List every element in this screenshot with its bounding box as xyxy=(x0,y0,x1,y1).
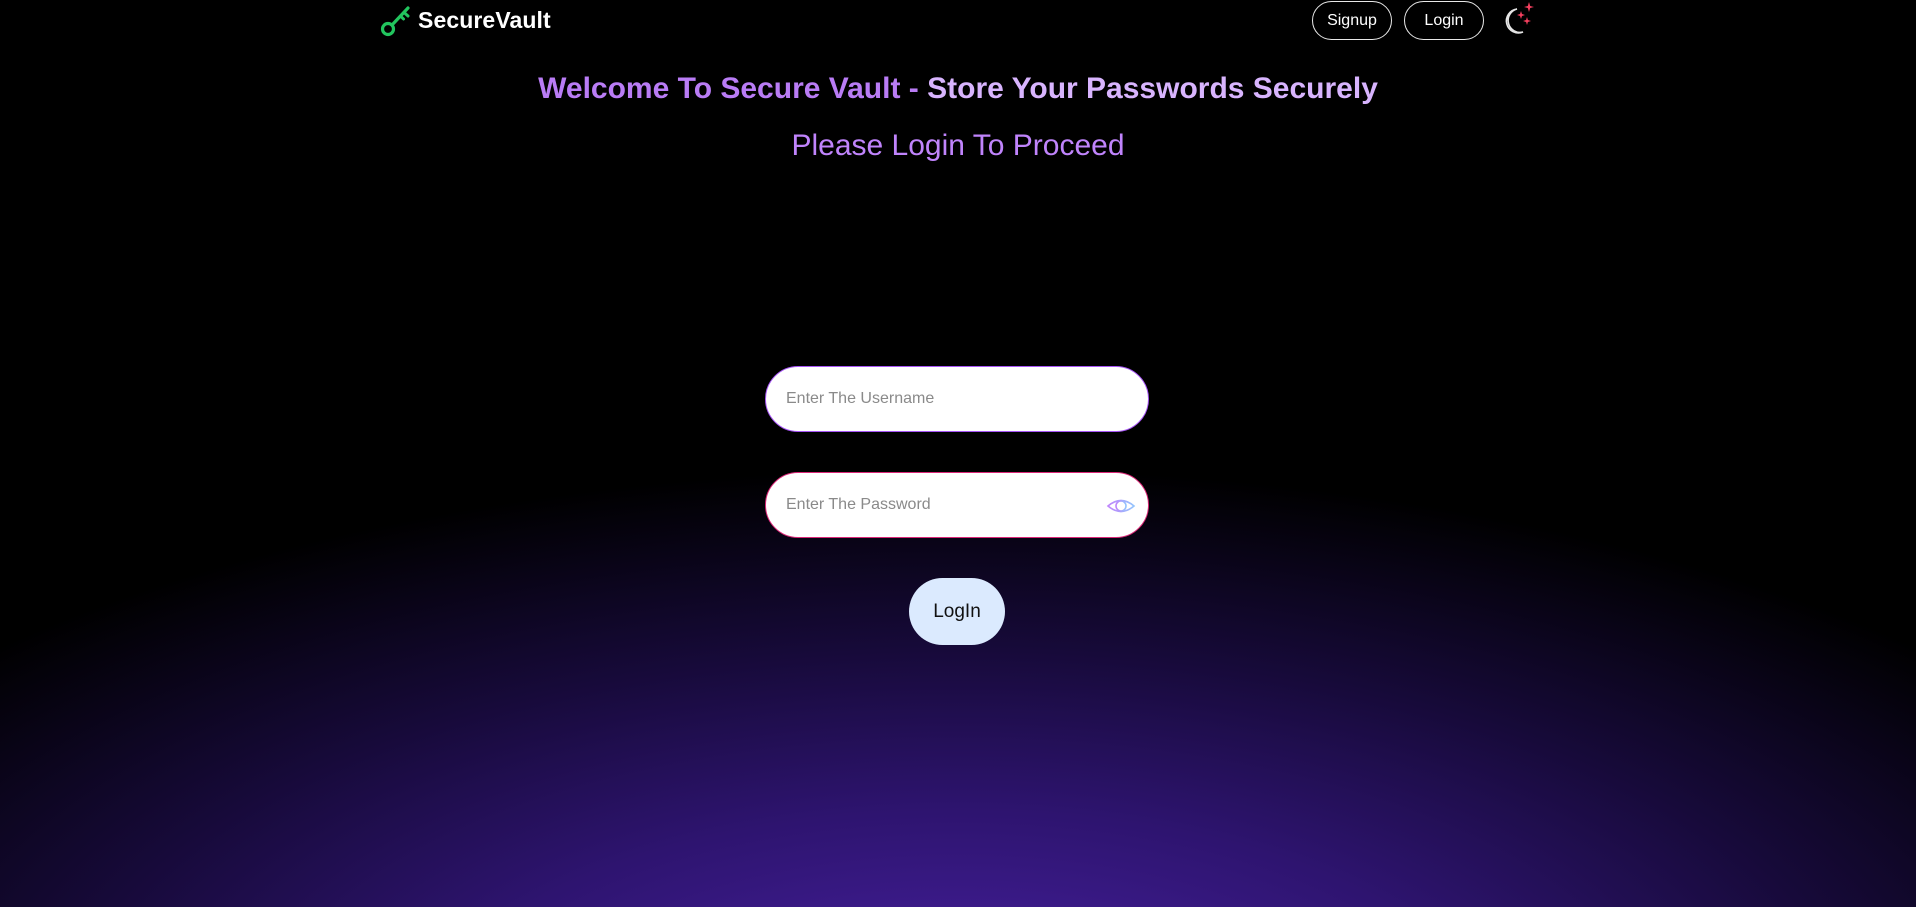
signup-button[interactable]: Signup xyxy=(1312,1,1392,40)
theme-toggle-button[interactable] xyxy=(1496,1,1536,39)
page-subtitle: Please Login To Proceed xyxy=(791,129,1125,162)
navbar: SecureVault Signup Login xyxy=(0,0,1916,42)
key-icon xyxy=(378,2,414,38)
login-submit-button[interactable]: LogIn xyxy=(909,578,1005,645)
title-tagline: Store Your Passwords Securely xyxy=(927,72,1378,105)
login-nav-button[interactable]: Login xyxy=(1404,1,1484,40)
brand-logo[interactable]: SecureVault xyxy=(378,2,551,38)
username-field-wrapper xyxy=(765,366,1149,432)
password-field-wrapper xyxy=(765,472,1149,538)
moon-stars-icon xyxy=(1496,1,1536,39)
page-title: Welcome To Secure Vault - Store Your Pas… xyxy=(0,72,1916,106)
title-welcome: Welcome To Secure Vault - xyxy=(538,72,928,105)
brand-name: SecureVault xyxy=(418,6,551,33)
password-input[interactable] xyxy=(786,473,1086,537)
eye-icon[interactable] xyxy=(1106,493,1136,519)
username-input[interactable] xyxy=(786,367,1086,431)
